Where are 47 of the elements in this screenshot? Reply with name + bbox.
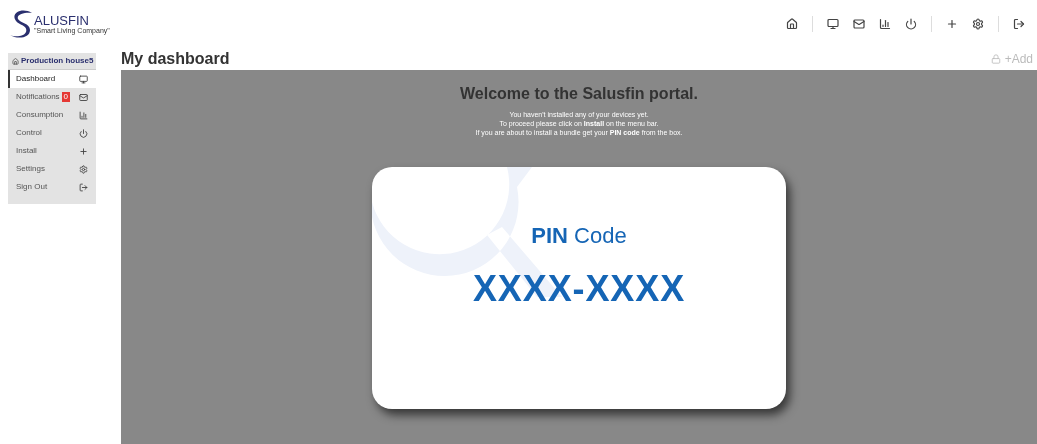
item-label: Settings (16, 163, 45, 175)
mail-icon (79, 92, 88, 102)
settings-icon (972, 18, 984, 30)
item-label: Consumption (16, 109, 64, 121)
page-title: My dashboard (121, 49, 230, 69)
monitor-icon (79, 74, 88, 84)
monitor-button[interactable] (827, 18, 839, 30)
lock-icon (990, 54, 1001, 64)
power-icon (79, 128, 88, 138)
pin-code: XXXX-XXXX (472, 267, 686, 311)
plus-button[interactable] (946, 18, 958, 30)
item-label: Install (16, 145, 37, 157)
home-button[interactable] (786, 18, 798, 30)
monitor-icon (827, 18, 839, 30)
bar-chart-icon (879, 18, 891, 30)
mail-button[interactable] (853, 18, 865, 30)
logo-swoosh-icon (8, 9, 34, 39)
sidebar-item[interactable]: Control (8, 124, 96, 142)
welcome-title: Welcome to the Salusfin portal. (460, 84, 698, 104)
sidebar-item[interactable]: Dashboard (8, 70, 96, 88)
item-label: Sign Out (16, 181, 48, 193)
brand-name: ALUSFIN (34, 14, 90, 27)
item-label: Dashboard (16, 73, 56, 85)
logout-icon (79, 182, 88, 192)
pin-label: PIN Code (531, 222, 627, 250)
settings-icon (79, 164, 88, 174)
logout-icon (1013, 18, 1025, 30)
sidebar-item[interactable]: Install (8, 142, 96, 160)
logout-button[interactable] (1013, 18, 1025, 30)
sidebar-item[interactable]: Consumption (8, 106, 96, 124)
bar-chart-icon (79, 110, 88, 120)
home-icon (786, 18, 798, 30)
plus-icon (946, 18, 958, 30)
bar-chart-button[interactable] (879, 18, 891, 30)
settings-button[interactable] (972, 18, 984, 30)
power-button[interactable] (905, 18, 917, 30)
mail-icon (853, 18, 865, 30)
plus-icon (79, 146, 88, 156)
sidebar-item[interactable]: Notifications 0 (8, 88, 96, 106)
home-icon (12, 57, 19, 65)
item-label: Control (16, 127, 42, 139)
sidebar-item[interactable]: Settings (8, 160, 96, 178)
house-name: Production house5 (21, 55, 94, 67)
count-badge: 0 (61, 92, 71, 102)
power-icon (905, 18, 917, 30)
sidebar-item[interactable]: Sign Out (8, 178, 96, 196)
item-label: Notifications (16, 91, 60, 103)
